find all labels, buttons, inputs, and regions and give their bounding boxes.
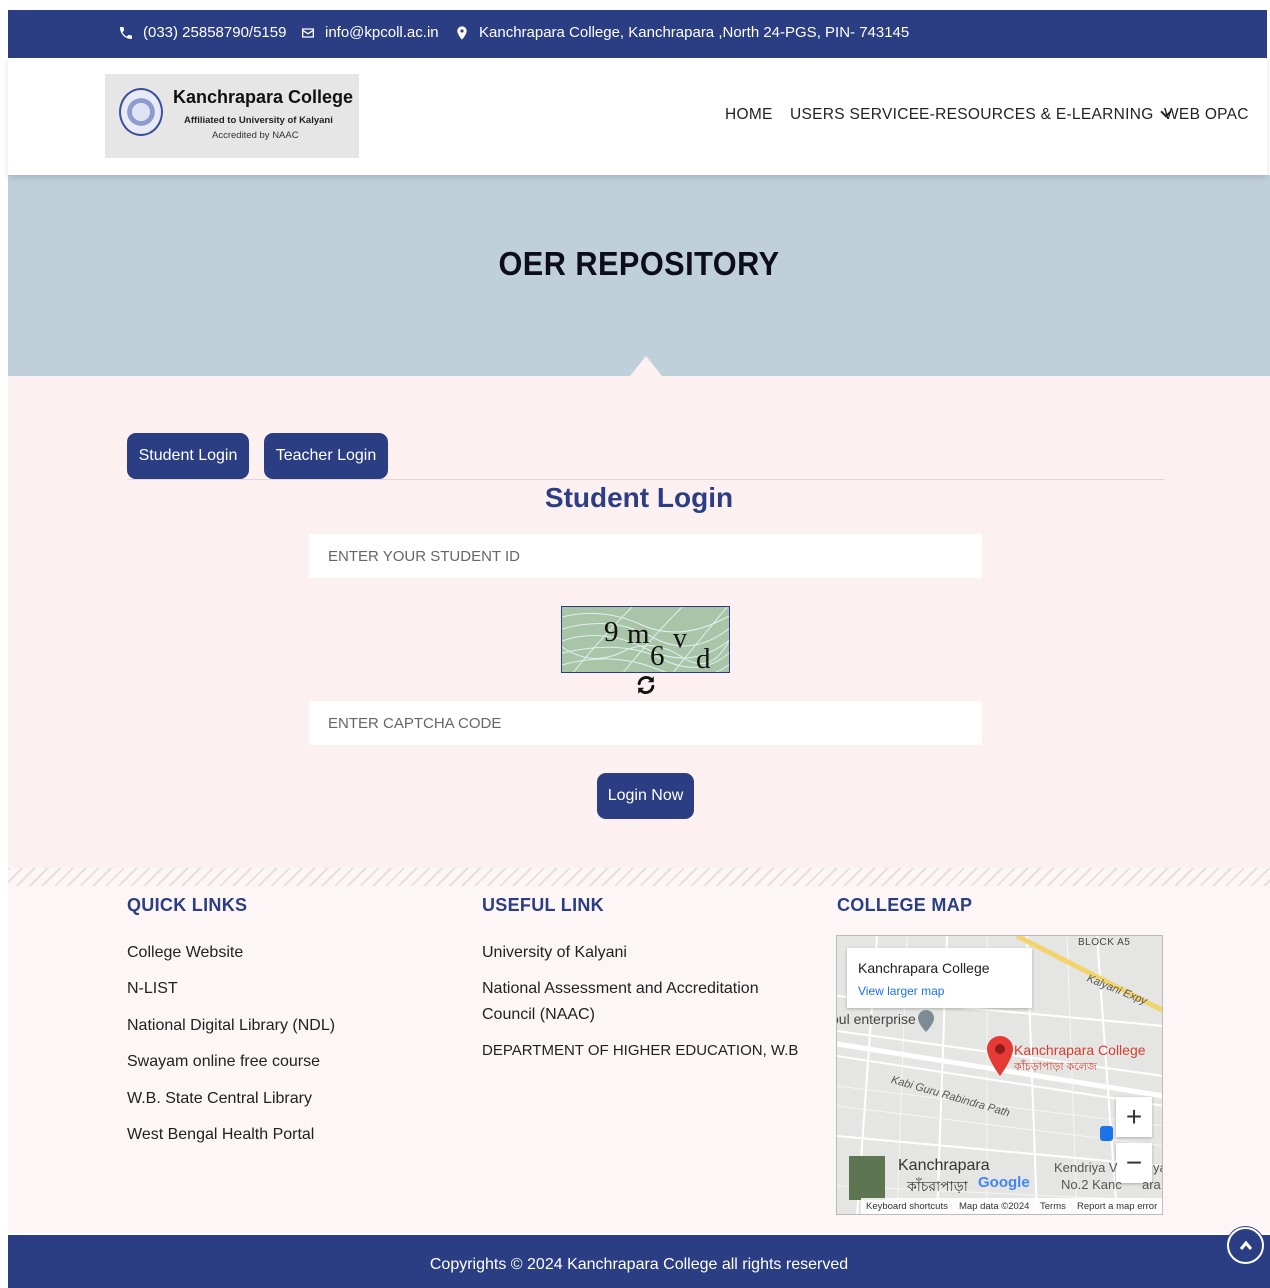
quick-link-nlist[interactable]: N-LIST bbox=[127, 980, 178, 998]
phone-contact[interactable]: (033) 25858790/5159 bbox=[118, 24, 286, 41]
map-place-name: Kanchrapara College bbox=[858, 960, 990, 976]
phone-text: (033) 25858790/5159 bbox=[143, 24, 287, 41]
email-text: info@kpcoll.ac.in bbox=[325, 24, 439, 41]
tab-divider bbox=[127, 479, 1164, 480]
refresh-captcha-icon[interactable] bbox=[635, 674, 657, 696]
form-title: Student Login bbox=[544, 482, 734, 513]
college-map-heading: COLLEGE MAP bbox=[837, 895, 973, 915]
useful-link-kalyani[interactable]: University of Kalyani bbox=[482, 944, 627, 962]
captcha-char: m bbox=[627, 618, 650, 650]
captcha-char: d bbox=[696, 643, 711, 673]
map-marker-icon bbox=[457, 25, 467, 40]
quick-link-state-library[interactable]: W.B. State Central Library bbox=[127, 1090, 312, 1108]
map-school-label-1: Kendriya V bbox=[1054, 1160, 1118, 1175]
college-logo[interactable]: Kanchrapara College Affiliated to Univer… bbox=[105, 74, 359, 158]
page-title: OER REPOSITORY bbox=[498, 245, 780, 282]
map-transit-icon bbox=[1100, 1126, 1113, 1141]
nav-eresources-label: E-RESOURCES & E-LEARNING bbox=[919, 106, 1154, 123]
captcha-image: 9 m 6 v d bbox=[561, 606, 730, 673]
captcha-char: 6 bbox=[650, 640, 665, 672]
map-data-credit: Map data ©2024 bbox=[959, 1201, 1030, 1212]
view-larger-map-link[interactable]: View larger map bbox=[858, 984, 944, 998]
map-town-label-bn: কাঁচরাপাড়া bbox=[907, 1178, 968, 1194]
useful-link-heading: USEFUL LINK bbox=[482, 895, 604, 915]
google-logo: Google bbox=[978, 1174, 1030, 1191]
map-school-label-2: No.2 Kanc bbox=[1061, 1177, 1122, 1192]
map-block-label: BLOCK A5 bbox=[1078, 937, 1131, 948]
quick-link-ndl[interactable]: National Digital Library (NDL) bbox=[127, 1017, 335, 1035]
captcha-char: v bbox=[673, 623, 687, 654]
nav-web-opac[interactable]: WEB OPAC bbox=[1164, 106, 1249, 124]
login-now-button[interactable]: Login Now bbox=[597, 773, 694, 819]
logo-accreditation: Accredited by NAAC bbox=[212, 130, 299, 141]
map-school-label-1-end: ya bbox=[1153, 1160, 1162, 1175]
map-report-error-link[interactable]: Report a map error bbox=[1077, 1201, 1157, 1212]
site-header: Kanchrapara College Affiliated to Univer… bbox=[8, 58, 1267, 175]
tab-student-login[interactable]: Student Login bbox=[127, 433, 249, 479]
quick-links-heading: QUICK LINKS bbox=[127, 895, 248, 915]
chevron-up-icon bbox=[1239, 1240, 1252, 1250]
embedded-map[interactable]: BLOCK A5 Kalyani Expy Kanchrapara Colleg… bbox=[836, 935, 1163, 1215]
logo-title: Kanchrapara College bbox=[173, 87, 354, 107]
map-town-label: Kanchrapara bbox=[898, 1157, 990, 1174]
logo-affiliation: Affiliated to University of Kalyani bbox=[184, 115, 333, 126]
site-footer: QUICK LINKS College Website N-LIST Natio… bbox=[8, 868, 1270, 1233]
page-hero: OER REPOSITORY bbox=[8, 175, 1270, 376]
footer-divider bbox=[8, 868, 1270, 886]
quick-link-health-portal[interactable]: West Bengal Health Portal bbox=[127, 1126, 314, 1144]
map-place-card: Kanchrapara College View larger map bbox=[847, 948, 1032, 1008]
map-enterprise-label: oul enterprise bbox=[836, 1011, 916, 1027]
scroll-to-top-button[interactable] bbox=[1227, 1227, 1264, 1264]
map-terms-link[interactable]: Terms bbox=[1040, 1201, 1066, 1212]
top-contact-bar: (033) 25858790/5159 info@kpcoll.ac.in Ka… bbox=[8, 10, 1267, 58]
map-school-label-2-end: ara bbox=[1142, 1177, 1161, 1192]
address-text: Kanchrapara College, Kanchrapara ,North … bbox=[479, 24, 910, 41]
map-pin-label: Kanchrapara College bbox=[1014, 1042, 1146, 1058]
useful-link-higher-education[interactable]: DEPARTMENT OF HIGHER EDUCATION, W.B bbox=[482, 1042, 798, 1059]
address-contact: Kanchrapara College, Kanchrapara ,North … bbox=[454, 24, 909, 41]
hero-pointer bbox=[630, 356, 662, 376]
useful-link-naac-line1: National Assessment and Accreditation bbox=[482, 980, 759, 997]
phone-icon bbox=[120, 26, 132, 39]
login-section: Student Login Teacher Login Student Logi… bbox=[8, 376, 1270, 868]
map-keyboard-shortcuts[interactable]: Keyboard shortcuts bbox=[866, 1201, 948, 1212]
nav-home[interactable]: HOME bbox=[725, 106, 773, 124]
map-attribution-bar: Keyboard shortcuts Map data ©2024 Terms … bbox=[861, 1198, 1162, 1214]
email-contact[interactable]: info@kpcoll.ac.in bbox=[300, 24, 439, 41]
captcha-input[interactable] bbox=[309, 701, 982, 745]
student-id-input[interactable] bbox=[309, 534, 982, 578]
map-pin-icon bbox=[987, 1036, 1013, 1076]
map-poi-icon bbox=[918, 1010, 934, 1032]
tab-teacher-login[interactable]: Teacher Login bbox=[264, 433, 388, 479]
captcha-char: 9 bbox=[604, 616, 619, 648]
useful-link-naac-line2: Council (NAAC) bbox=[482, 1006, 595, 1023]
nav-eresources[interactable]: E-RESOURCES & E-LEARNING bbox=[919, 106, 1172, 124]
map-zoom-in-button[interactable]: + bbox=[1116, 1097, 1152, 1137]
nav-users-service[interactable]: USERS SERVICE bbox=[790, 106, 919, 124]
quick-link-college-website[interactable]: College Website bbox=[127, 944, 243, 962]
map-pin-label-bn: কাঁচড়াপাড়া কলেজ bbox=[1014, 1061, 1097, 1073]
envelope-icon bbox=[302, 27, 314, 38]
quick-link-swayam[interactable]: Swayam online free course bbox=[127, 1053, 320, 1071]
college-seal-icon bbox=[119, 88, 163, 136]
copyright-bar: Copyrights © 2024 Kanchrapara College al… bbox=[8, 1235, 1270, 1288]
